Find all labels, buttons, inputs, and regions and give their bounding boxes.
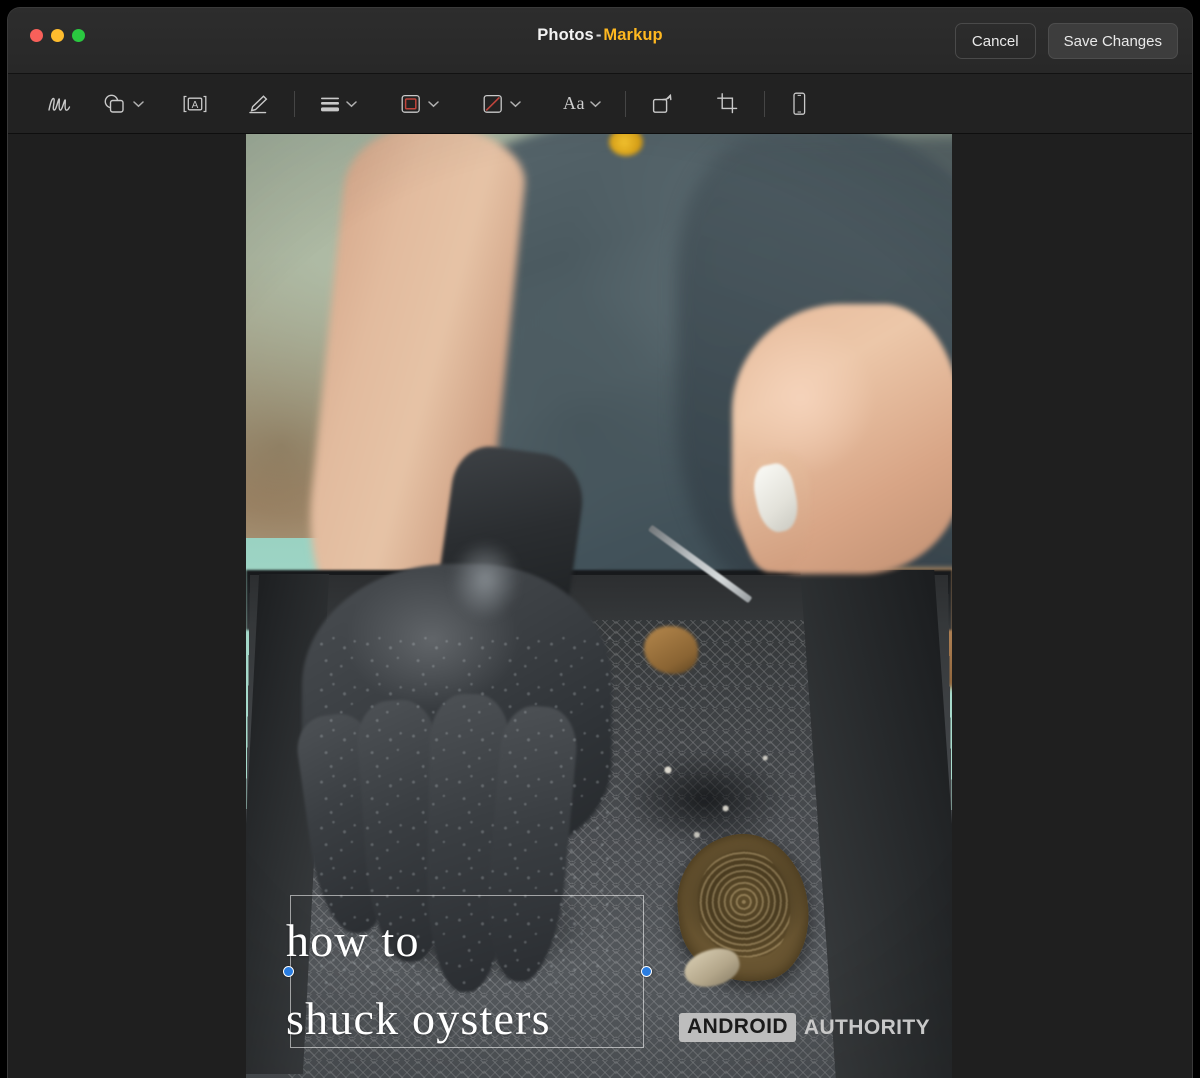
selection-handle-right[interactable] [641, 966, 652, 977]
chevron-down-icon[interactable] [510, 100, 521, 108]
app-name: Photos [537, 26, 594, 44]
watermark-brand: ANDROID [679, 1013, 796, 1042]
chevron-down-icon[interactable] [590, 100, 601, 108]
rotate-icon [650, 93, 674, 115]
window-mode: Markup [603, 26, 663, 44]
iphone-device-icon [789, 91, 809, 117]
markup-toolbar: A Aa [8, 74, 1192, 134]
annotate-from-device-button[interactable] [783, 87, 815, 121]
toolbar-divider-2 [625, 90, 626, 117]
cancel-button[interactable]: Cancel [954, 23, 1036, 59]
sign-tool-button[interactable] [240, 87, 276, 121]
svg-text:A: A [192, 100, 199, 111]
toolbar-divider-3 [764, 90, 765, 117]
text-annotation[interactable]: how to shuck oysters [286, 902, 652, 1058]
shapes-icon [102, 92, 128, 116]
shape-style-button[interactable] [313, 87, 363, 121]
chevron-down-icon[interactable] [133, 100, 144, 108]
border-color-icon [399, 93, 423, 115]
chevron-down-icon[interactable] [428, 100, 439, 108]
shapes-tool-button[interactable] [96, 87, 150, 121]
toolbar-divider-1 [294, 90, 295, 117]
chevron-down-icon[interactable] [346, 100, 357, 108]
title-separator: - [595, 26, 602, 44]
markup-canvas[interactable]: how to shuck oysters ANDROID AUTHORITY [8, 134, 1192, 1078]
sketch-squiggle-icon [46, 93, 72, 115]
save-changes-button[interactable]: Save Changes [1047, 23, 1178, 59]
crop-icon [716, 92, 740, 116]
text-style-label: Aa [563, 93, 585, 113]
watermark: ANDROID AUTHORITY [679, 1013, 930, 1042]
markup-window: Photos - Markup Cancel Save Changes A Aa… [8, 8, 1192, 1078]
text-tool-button[interactable]: A [176, 87, 214, 121]
text-box-icon: A [182, 93, 208, 115]
border-color-button[interactable] [393, 87, 445, 121]
photo-image[interactable]: how to shuck oysters ANDROID AUTHORITY [246, 134, 952, 1078]
fill-none-icon [481, 93, 505, 115]
titlebar-actions: Cancel Save Changes [954, 23, 1178, 59]
watermark-suffix: AUTHORITY [803, 1015, 930, 1039]
crop-button[interactable] [710, 87, 746, 121]
text-style-button[interactable]: Aa [557, 87, 607, 121]
sketch-tool-button[interactable] [40, 87, 78, 121]
line-weight-icon [319, 94, 341, 114]
signature-pen-icon [246, 93, 270, 115]
title-bar: Photos - Markup Cancel Save Changes [8, 8, 1192, 74]
rotate-button[interactable] [644, 87, 680, 121]
fill-color-button[interactable] [475, 87, 527, 121]
selection-handle-left[interactable] [283, 966, 294, 977]
